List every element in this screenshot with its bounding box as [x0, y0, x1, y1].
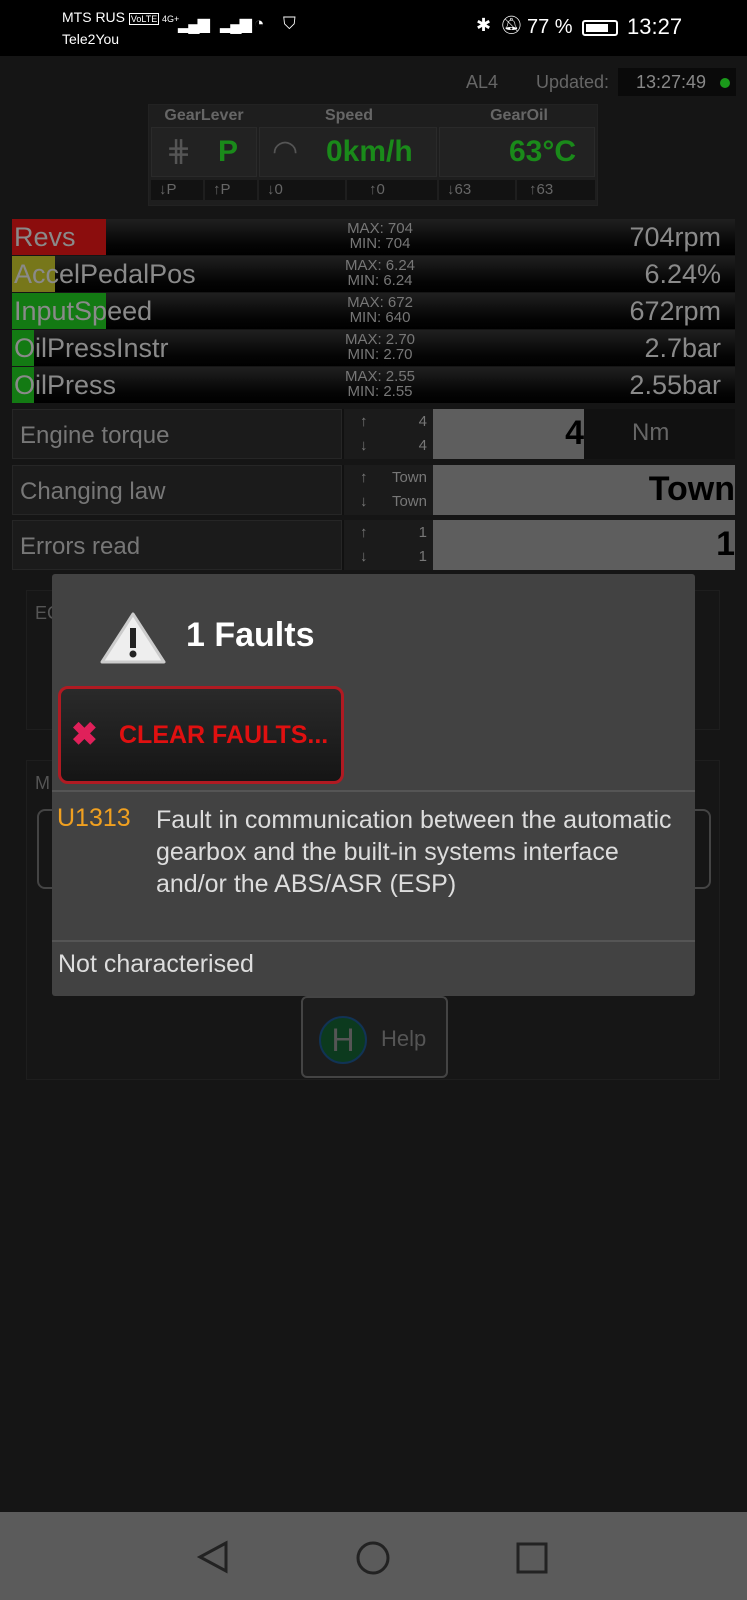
speed-gauge: ◠ 0km/h — [259, 127, 437, 177]
arrow-up-icon: ↑ — [360, 524, 368, 541]
parameter-up: 1 — [418, 524, 427, 541]
gauge-label: GearLever — [164, 107, 244, 124]
fault-row[interactable]: U1313 Fault in communication between the… — [52, 790, 695, 942]
gauge-min: ↓P — [151, 180, 203, 200]
sensor-value: 2.55bar — [629, 370, 721, 400]
carrier-1: MTS RUS VoLTE — [62, 9, 160, 25]
parameter-label: Changing law — [12, 465, 342, 515]
clock: 13:27 — [627, 14, 683, 39]
arrow-up-icon: ↑ — [360, 413, 368, 430]
clear-faults-label: CLEAR FAULTS... — [119, 721, 329, 749]
faults-dialog: 1 Faults ✖ CLEAR FAULTS... U1313 Fault i… — [52, 574, 695, 996]
gear-lever-gauge: ⋕ P — [151, 127, 257, 177]
shield-icon: ⛉ — [283, 14, 296, 33]
parameter-row: Changing law ↑ Town ↓ Town Town — [12, 465, 735, 515]
sensor-min: MIN: 2.70 — [347, 346, 413, 363]
parameter-up: 4 — [418, 413, 427, 430]
arrow-down-icon: ↓ — [360, 437, 368, 454]
parameter-value: Town — [433, 465, 735, 515]
status-bar: MTS RUS VoLTE Tele2You 4G+ ▂▄▆ ▂▄▆ ◔ ⛉ ✱… — [0, 0, 747, 56]
home-icon[interactable] — [355, 1540, 391, 1576]
sensor-min: MIN: 640 — [349, 309, 411, 326]
sensor-row: OilPressInstr MAX: 2.70 MIN: 2.70 2.7bar — [12, 330, 735, 366]
sensor-min: MIN: 704 — [349, 235, 411, 252]
mute-bell-icon: 🔕︎ — [500, 15, 523, 35]
battery-icon — [582, 20, 618, 36]
help-label: Help — [381, 1026, 427, 1051]
gauge-max: ↑63 — [517, 180, 595, 200]
sensor-value: 704rpm — [629, 222, 721, 252]
battery-percent: 77 % — [527, 16, 573, 38]
gear-oil-gauge: 63°C — [439, 127, 595, 177]
sensor-name: AccelPedalPos — [14, 259, 196, 289]
gauge-label: Speed — [324, 107, 373, 124]
sensor-name: OilPress — [14, 370, 117, 400]
parameter-label: Engine torque — [12, 409, 342, 459]
signal-icon: ▂▄▆ — [178, 16, 210, 33]
gauge-panel: GearLever Speed GearOil ⋕ P ◠ 0km/h 63°C… — [148, 104, 598, 206]
help-icon: H — [319, 1016, 367, 1064]
arrow-down-icon: ↓ — [360, 548, 368, 565]
fault-code: U1313 — [57, 804, 131, 832]
sensor-name: Revs — [14, 222, 76, 252]
parameter-value: 1 — [433, 520, 735, 570]
sensor-min: MIN: 2.55 — [347, 383, 413, 400]
speedometer-icon: ◠ — [272, 135, 299, 168]
sensor-row: Revs MAX: 704 MIN: 704 704rpm — [12, 219, 735, 255]
parameter-down: 1 — [418, 548, 427, 565]
sensor-row: AccelPedalPos MAX: 6.24 MIN: 6.24 6.24% — [12, 256, 735, 292]
sensor-max: MAX: 704 — [347, 220, 413, 237]
sensor-max: MAX: 2.70 — [344, 331, 416, 348]
gauge-max: ↑0 — [347, 180, 437, 200]
clear-faults-button[interactable]: ✖ CLEAR FAULTS... — [58, 686, 344, 784]
dialog-title: 1 Faults — [186, 616, 315, 654]
sensor-name: OilPressInstr — [14, 333, 169, 363]
close-x-icon: ✖ — [71, 716, 98, 752]
sensor-min: MIN: 6.24 — [347, 272, 413, 289]
gauge-min: ↓0 — [259, 180, 345, 200]
sensor-value: 2.7bar — [644, 333, 721, 363]
recents-icon[interactable] — [515, 1541, 549, 1575]
parameter-range: ↑ 1 ↓ 1 — [344, 520, 433, 570]
parameter-row: Engine torque ↑ 4 ↓ 4 4 Nm — [12, 409, 735, 459]
connection-status-icon — [720, 78, 730, 88]
sensor-max: MAX: 2.55 — [344, 368, 416, 385]
sensor-name: InputSpeed — [14, 296, 153, 326]
gauge-min: ↓63 — [439, 180, 515, 200]
parameter-label: Errors read — [12, 520, 342, 570]
arrow-up-icon: ↑ — [360, 469, 368, 486]
parameter-up: Town — [391, 469, 427, 486]
network-type: 4G+ — [162, 14, 180, 24]
carrier-2: Tele2You — [62, 31, 120, 47]
gear-shift-icon: ⋕ — [166, 135, 192, 168]
sensor-row: InputSpeed MAX: 672 MIN: 640 672rpm — [12, 293, 735, 329]
help-button[interactable]: H Help — [301, 996, 448, 1078]
sensor-value: 6.24% — [644, 259, 721, 289]
arrow-down-icon: ↓ — [360, 493, 368, 510]
navigation-bar — [0, 1512, 747, 1600]
parameter-down: Town — [391, 493, 427, 510]
fault-description: Fault in communication between the autom… — [156, 806, 672, 898]
parameter-range: ↑ Town ↓ Town — [344, 465, 433, 515]
parameter-row: Errors read ↑ 1 ↓ 1 1 — [12, 520, 735, 570]
parameter-range: ↑ 4 ↓ 4 — [344, 409, 433, 459]
ecu-name: AL4 — [466, 72, 499, 92]
parameter-unit: Nm — [632, 419, 670, 446]
sensor-max: MAX: 672 — [347, 294, 413, 311]
parameter-down: 4 — [418, 437, 427, 454]
sensor-max: MAX: 6.24 — [344, 257, 416, 274]
bluetooth-icon: ✱ — [476, 15, 492, 35]
warning-icon — [100, 612, 166, 664]
sync-icon: ◔ — [254, 14, 265, 33]
sensor-value: 672rpm — [629, 296, 721, 326]
fault-status: Not characterised — [58, 950, 254, 978]
updated-time: 13:27:49 — [618, 68, 736, 96]
signal-icon: ▂▄▆ — [220, 16, 252, 33]
updated-label: Updated: — [536, 72, 610, 92]
sensor-row: OilPress MAX: 2.55 MIN: 2.55 2.55bar — [12, 367, 735, 403]
gauge-max: ↑P — [205, 180, 257, 200]
parameter-value: 4 — [433, 409, 584, 459]
back-icon[interactable] — [196, 1540, 230, 1574]
gauge-label: GearOil — [490, 107, 548, 124]
